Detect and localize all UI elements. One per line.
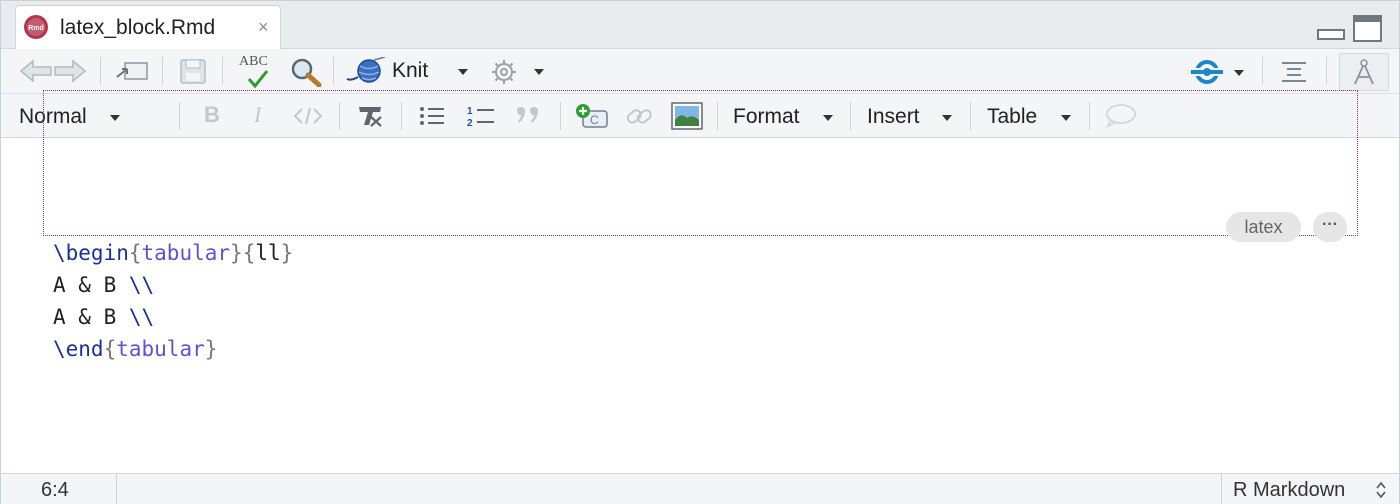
separator	[1262, 57, 1263, 85]
code-token: }	[230, 241, 243, 265]
latex-code[interactable]: \begin{tabular}{ll} A & B \\ A & B \\ \end{…	[53, 237, 293, 365]
code-token: ll	[255, 241, 281, 265]
code-line[interactable]: A & B \\	[53, 301, 293, 333]
code-line[interactable]: \end{tabular}	[53, 333, 293, 365]
save-icon[interactable]	[178, 57, 208, 85]
main-toolbar: ABC Knit	[1, 49, 1399, 94]
search-icon[interactable]	[290, 57, 322, 87]
publish-icon	[1189, 60, 1225, 84]
code-token: \\	[128, 273, 155, 297]
spell-check-button[interactable]: ABC	[238, 53, 274, 89]
code-token: \\	[128, 305, 155, 329]
code-token: {	[103, 337, 117, 361]
spell-check-label: ABC	[239, 54, 268, 69]
publish-dropdown-icon	[1234, 70, 1244, 76]
block-format-badge[interactable]: latex	[1226, 212, 1301, 242]
visual-editor-toggle[interactable]	[1339, 53, 1389, 91]
maximize-pane-icon[interactable]	[1353, 15, 1383, 43]
editor-window: Rmd latex_block.Rmd × ABC Knit Normal B …	[0, 0, 1400, 504]
separator	[222, 57, 223, 85]
rmd-file-icon: Rmd	[24, 15, 48, 39]
separator	[116, 474, 117, 504]
code-line[interactable]: A & B \\	[53, 269, 293, 301]
cursor-position[interactable]: 6:4	[41, 479, 69, 502]
tab-bar: Rmd latex_block.Rmd ×	[1, 1, 1399, 49]
block-more-options-button[interactable]: ···	[1313, 212, 1347, 242]
publish-button[interactable]	[1189, 55, 1249, 87]
tab-latex-block[interactable]: Rmd latex_block.Rmd ×	[15, 5, 281, 49]
show-in-window-icon[interactable]	[115, 59, 149, 83]
separator	[333, 57, 334, 85]
code-token: }	[204, 337, 218, 361]
updown-chevron-icon[interactable]	[1375, 481, 1387, 499]
code-token: \end	[53, 337, 104, 361]
document-type-selector[interactable]: R Markdown	[1233, 479, 1345, 502]
back-arrow-icon[interactable]	[19, 59, 53, 83]
code-token: {	[128, 241, 142, 265]
separator	[100, 57, 101, 85]
separator	[162, 57, 163, 85]
code-token: }	[280, 241, 294, 265]
code-token: A & B	[53, 305, 129, 329]
knit-dropdown-icon	[458, 69, 468, 75]
compass-icon	[1354, 59, 1374, 85]
separator	[1221, 474, 1222, 504]
settings-dropdown-icon	[534, 69, 544, 75]
forward-arrow-icon[interactable]	[53, 59, 87, 83]
check-mark-icon	[247, 70, 269, 89]
document-outline-icon[interactable]	[1281, 61, 1307, 83]
code-token: {	[242, 241, 256, 265]
minimize-pane-icon[interactable]	[1317, 29, 1345, 41]
latex-raw-block[interactable]	[43, 90, 1358, 236]
code-token: \begin	[53, 241, 129, 265]
knit-label: Knit	[392, 59, 429, 82]
code-token: tabular	[116, 337, 205, 361]
code-token: A & B	[53, 273, 129, 297]
knit-yarn-icon	[346, 57, 385, 83]
code-token: tabular	[141, 241, 231, 265]
knit-button[interactable]: Knit	[345, 53, 475, 89]
rmd-badge-text: Rmd	[28, 25, 44, 32]
settings-button[interactable]	[489, 53, 549, 89]
code-line[interactable]: \begin{tabular}{ll}	[53, 237, 293, 269]
status-bar: 6:4 R Markdown	[1, 473, 1399, 504]
separator	[1326, 57, 1327, 85]
close-tab-button[interactable]: ×	[258, 17, 269, 37]
gear-icon	[492, 60, 516, 84]
tab-title: latex_block.Rmd	[60, 16, 216, 39]
